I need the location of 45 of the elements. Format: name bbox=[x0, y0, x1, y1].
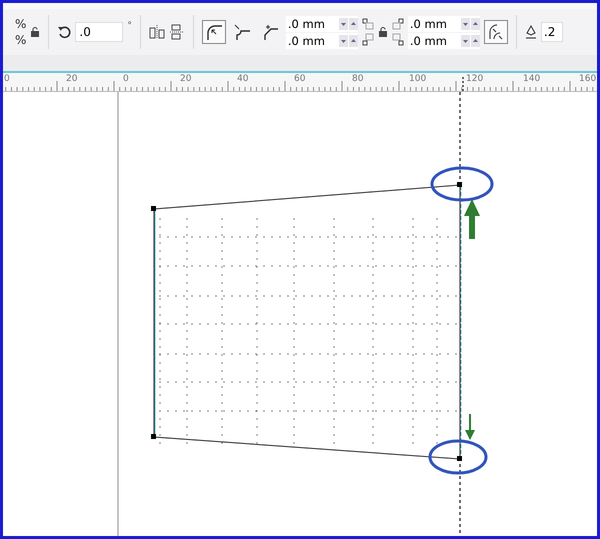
ruler-label: 160 bbox=[579, 74, 596, 84]
relative-scaling-button[interactable] bbox=[484, 20, 508, 44]
spin-down-icon[interactable] bbox=[460, 34, 470, 46]
distribute-icon[interactable] bbox=[148, 24, 165, 40]
round-corner-icon bbox=[204, 23, 223, 41]
spin-up-icon[interactable] bbox=[470, 34, 480, 46]
down-arrow-icon bbox=[465, 414, 475, 440]
scallop-corner-icon bbox=[232, 23, 251, 41]
ruler-label: 0 bbox=[4, 74, 10, 84]
ruler-label: 0 bbox=[123, 74, 129, 84]
spin-down-icon[interactable] bbox=[338, 18, 348, 30]
ruler-label: 120 bbox=[466, 74, 484, 84]
degree-label: ° bbox=[127, 21, 132, 31]
highlight-ellipse bbox=[430, 166, 494, 202]
ruler-label: 100 bbox=[409, 74, 426, 84]
corner-radius-field[interactable]: .0 mm bbox=[408, 32, 480, 48]
corner-radius-field[interactable]: .0 mm bbox=[408, 16, 480, 32]
up-arrow-icon bbox=[464, 199, 480, 239]
corner-icon bbox=[362, 18, 374, 46]
pen-nib-icon bbox=[524, 25, 537, 39]
corner-radius-field[interactable]: .0 mm bbox=[286, 16, 358, 32]
scaling-icon bbox=[486, 23, 505, 41]
round-corner-button[interactable] bbox=[202, 20, 226, 44]
spin-down-icon[interactable] bbox=[460, 18, 470, 30]
lock-icon[interactable] bbox=[30, 27, 40, 37]
rotate-icon bbox=[57, 25, 72, 39]
corner-icon bbox=[392, 18, 404, 46]
ruler-label: 60 bbox=[294, 74, 306, 84]
ruler-label: 140 bbox=[523, 74, 540, 84]
corner-radius-field[interactable]: .0 mm bbox=[286, 32, 358, 48]
percent-label: % bbox=[15, 16, 26, 32]
highlight-ellipse bbox=[428, 440, 488, 474]
ruler-label: 20 bbox=[180, 74, 192, 84]
spin-up-icon[interactable] bbox=[348, 34, 358, 46]
angle-field[interactable]: .0 bbox=[75, 22, 124, 42]
ruler-label: 40 bbox=[237, 74, 248, 84]
spin-up-icon[interactable] bbox=[470, 18, 480, 30]
spin-up-icon[interactable] bbox=[348, 18, 358, 30]
spin-down-icon[interactable] bbox=[338, 34, 348, 46]
outline-width-field[interactable]: .2 bbox=[540, 22, 563, 42]
lock-icon[interactable] bbox=[378, 27, 388, 37]
ruler-label: 80 bbox=[352, 74, 364, 84]
ruler-label: 20 bbox=[66, 74, 78, 84]
percent-label: % bbox=[15, 32, 26, 48]
align-icon[interactable] bbox=[168, 24, 185, 40]
